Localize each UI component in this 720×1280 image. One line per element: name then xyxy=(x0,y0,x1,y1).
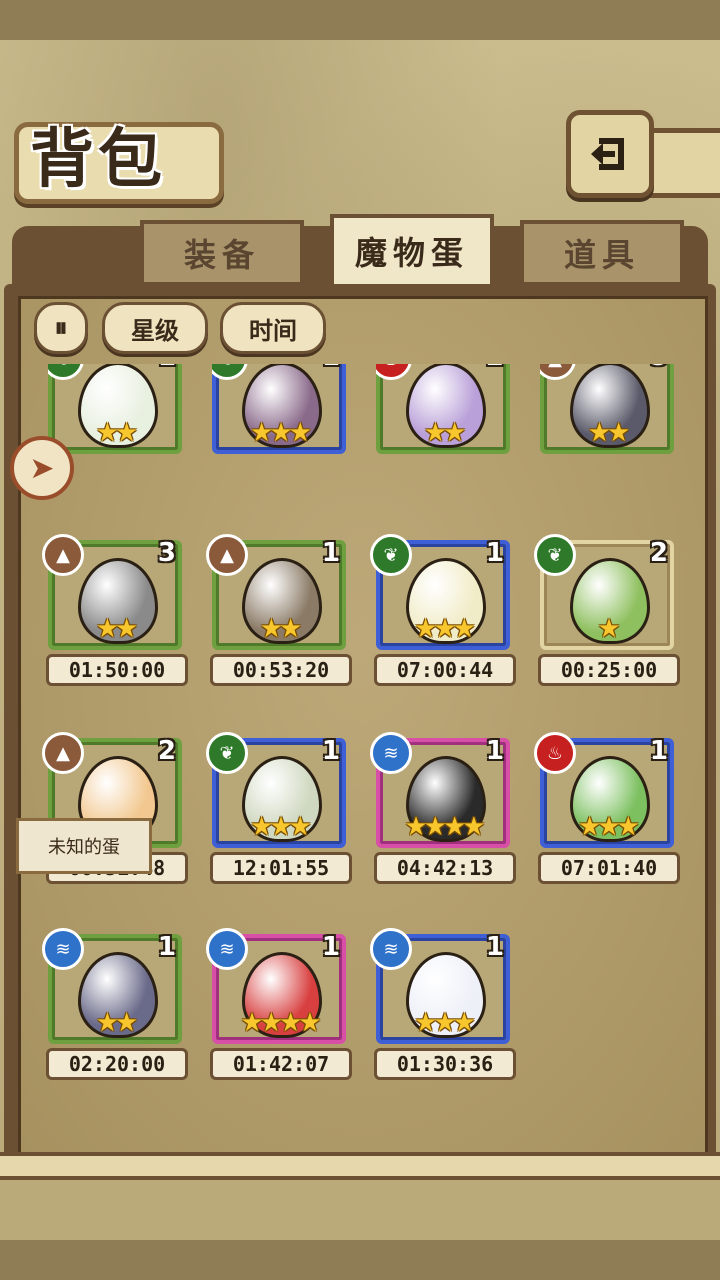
egg-slot[interactable]: ♨ 1 ★★★ 07:01:40 xyxy=(534,732,680,884)
tab-monster-eggs[interactable]: 魔物蛋 xyxy=(330,214,494,288)
hatch-timer: 02:20:00 xyxy=(46,1048,188,1080)
element-water-icon: ≋ xyxy=(206,928,248,970)
egg-slot[interactable]: ▲ 3 ★★ 01:50:00 xyxy=(42,534,188,686)
tab-items[interactable]: 道具 xyxy=(520,220,684,286)
egg-stars: ★★ xyxy=(95,1008,139,1038)
element-earth-icon: ▲ xyxy=(42,534,84,576)
side-shortcut-button[interactable]: ➤ xyxy=(10,436,74,500)
egg-count: 1 xyxy=(485,932,504,962)
hatch-timer: 00:53:20 xyxy=(210,654,352,686)
egg-stars: ★★★ xyxy=(414,614,476,644)
egg-stars: ★★ xyxy=(95,418,139,448)
egg-stars: ★★★ xyxy=(250,812,312,842)
egg-slot[interactable]: ❦ 2 ★ 00:25:00 xyxy=(534,534,680,686)
egg-stars: ★★ xyxy=(587,418,631,448)
back-button[interactable] xyxy=(566,110,654,198)
egg-stars: ★★ xyxy=(259,614,303,644)
egg-stars: ★★ xyxy=(423,418,467,448)
bottom-rail xyxy=(0,1152,720,1180)
hatch-timer: 04:42:13 xyxy=(374,852,516,884)
egg-slot[interactable]: ▲ 1 ★★ 00:53:20 xyxy=(206,534,352,686)
egg-count: 1 xyxy=(321,736,340,766)
egg-slot[interactable]: ≋ 1 ★★ 02:20:00 xyxy=(42,928,188,1080)
element-earth-icon: ▲ xyxy=(42,732,84,774)
egg-slot[interactable]: ≋ 1 ★★★ 01:30:36 xyxy=(370,928,516,1080)
element-water-icon: ≋ xyxy=(370,928,412,970)
element-fire-icon: ♨ xyxy=(534,732,576,774)
egg-count: 1 xyxy=(485,538,504,568)
egg-count: 1 xyxy=(649,736,668,766)
hatch-timer: 07:00:44 xyxy=(374,654,516,686)
hatch-timer: 12:01:55 xyxy=(210,852,352,884)
egg-count: 1 xyxy=(321,538,340,568)
arrow-shortcut-icon: ➤ xyxy=(29,450,55,486)
egg-stars: ★★★ xyxy=(250,418,312,448)
egg-count: 3 xyxy=(157,538,176,568)
egg-count: 1 xyxy=(321,932,340,962)
time-sort-button[interactable]: 时间 xyxy=(220,302,326,354)
star-sort-button[interactable]: 星级 xyxy=(102,302,208,354)
element-grass-icon: ❦ xyxy=(370,534,412,576)
hatch-timer: 00:25:00 xyxy=(538,654,680,686)
egg-stars: ★★★★ xyxy=(240,1008,321,1038)
element-water-icon: ≋ xyxy=(42,928,84,970)
hatch-timer: 07:01:40 xyxy=(538,852,680,884)
element-grass-icon: ❦ xyxy=(534,534,576,576)
egg-stars: ★★ xyxy=(95,614,139,644)
tab-equipment[interactable]: 装备 xyxy=(140,220,304,286)
egg-count: 1 xyxy=(485,736,504,766)
egg-count: 1 xyxy=(157,932,176,962)
page-title: 背包 xyxy=(30,123,166,197)
egg-slot[interactable]: ≋ 1 ★★★★ 04:42:13 xyxy=(370,732,516,884)
egg-slot[interactable]: ≋ 1 ★★★★ 01:42:07 xyxy=(206,928,352,1080)
top-torn-edge xyxy=(0,0,720,40)
egg-stars: ★★★ xyxy=(578,812,640,842)
element-grass-icon: ❦ xyxy=(206,732,248,774)
hatch-timer: 01:50:00 xyxy=(46,654,188,686)
sort-toggle-button[interactable]: ⏸ xyxy=(34,302,88,354)
hatch-timer: 01:30:36 xyxy=(374,1048,516,1080)
egg-count: 2 xyxy=(157,736,176,766)
bottom-torn-edge xyxy=(0,1240,720,1280)
element-water-icon: ≋ xyxy=(370,732,412,774)
sort-toggle-icon: ⏸ xyxy=(54,312,68,343)
back-arrow-icon xyxy=(591,138,624,170)
element-earth-icon: ▲ xyxy=(206,534,248,576)
egg-tooltip: 未知的蛋 xyxy=(16,818,152,874)
egg-stars: ★ xyxy=(597,614,620,644)
egg-slot[interactable]: ❦ 1 ★★★ 12:01:55 xyxy=(206,732,352,884)
egg-stars: ★★★★ xyxy=(404,812,485,842)
egg-stars: ★★★ xyxy=(414,1008,476,1038)
egg-slot[interactable]: ❦ 1 ★★★ 07:00:44 xyxy=(370,534,516,686)
hatch-timer: 01:42:07 xyxy=(210,1048,352,1080)
egg-count: 2 xyxy=(649,538,668,568)
